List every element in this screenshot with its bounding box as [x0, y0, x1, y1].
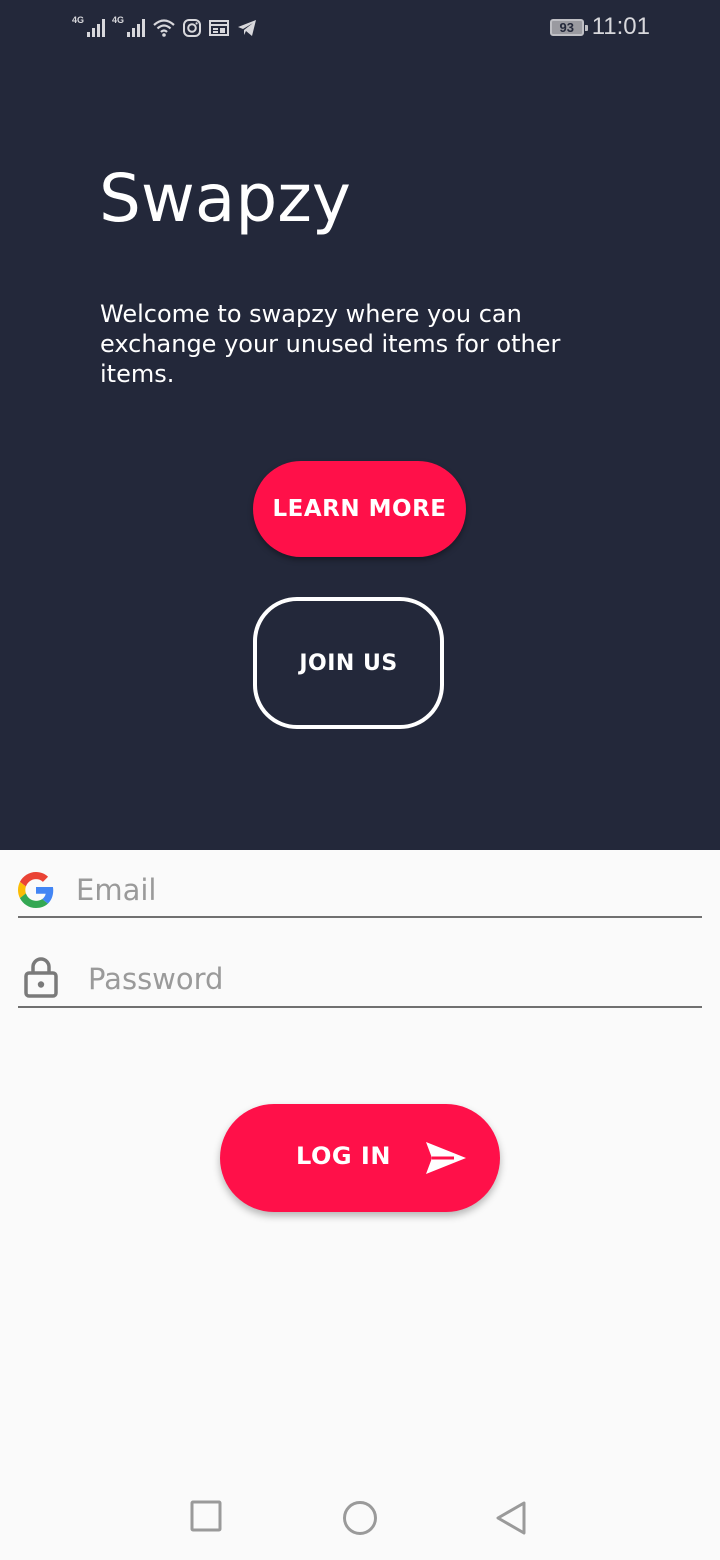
app-title: Swapzy: [99, 160, 351, 237]
password-field: [18, 950, 702, 1008]
network-type-label: 4G: [112, 15, 125, 25]
login-button-label: LOG IN: [296, 1142, 391, 1170]
email-input[interactable]: [74, 862, 698, 918]
home-circle-icon: [343, 1501, 377, 1535]
lock-icon: [24, 957, 58, 998]
status-bar: 4G 4G 93 11:01: [0, 0, 720, 56]
home-button[interactable]: [342, 1500, 378, 1539]
welcome-text: Welcome to swapzy where you can exchange…: [100, 300, 561, 388]
battery-level: 93: [559, 19, 574, 35]
telegram-icon: [238, 20, 257, 36]
hero-section: 4G 4G 93 11:01 Swapzy Welcome to swapzy …: [0, 0, 720, 850]
email-field: [18, 862, 702, 918]
navigation-bar: [0, 1476, 720, 1560]
status-icons-right: 93 11:01: [549, 12, 650, 42]
network-type-label: 4G: [72, 15, 85, 25]
status-time: 11:01: [591, 13, 650, 40]
login-button[interactable]: LOG IN: [220, 1104, 500, 1212]
signal-icon: [87, 19, 106, 37]
instagram-icon: [183, 19, 202, 37]
recents-square-icon: [190, 1500, 222, 1532]
wifi-icon: [153, 19, 175, 37]
back-button[interactable]: [494, 1500, 528, 1539]
learn-more-button[interactable]: LEARN MORE: [253, 461, 466, 557]
status-icons-left: 4G 4G: [72, 14, 258, 42]
google-icon: [18, 872, 54, 908]
recents-button[interactable]: [190, 1500, 222, 1535]
signal-icon: [127, 19, 146, 37]
news-icon: [209, 20, 230, 36]
back-triangle-icon: [496, 1501, 526, 1535]
send-icon: [426, 1142, 466, 1174]
join-us-button[interactable]: JOIN US: [253, 597, 444, 729]
battery-icon: 93: [549, 18, 588, 36]
password-input[interactable]: [86, 950, 698, 1008]
